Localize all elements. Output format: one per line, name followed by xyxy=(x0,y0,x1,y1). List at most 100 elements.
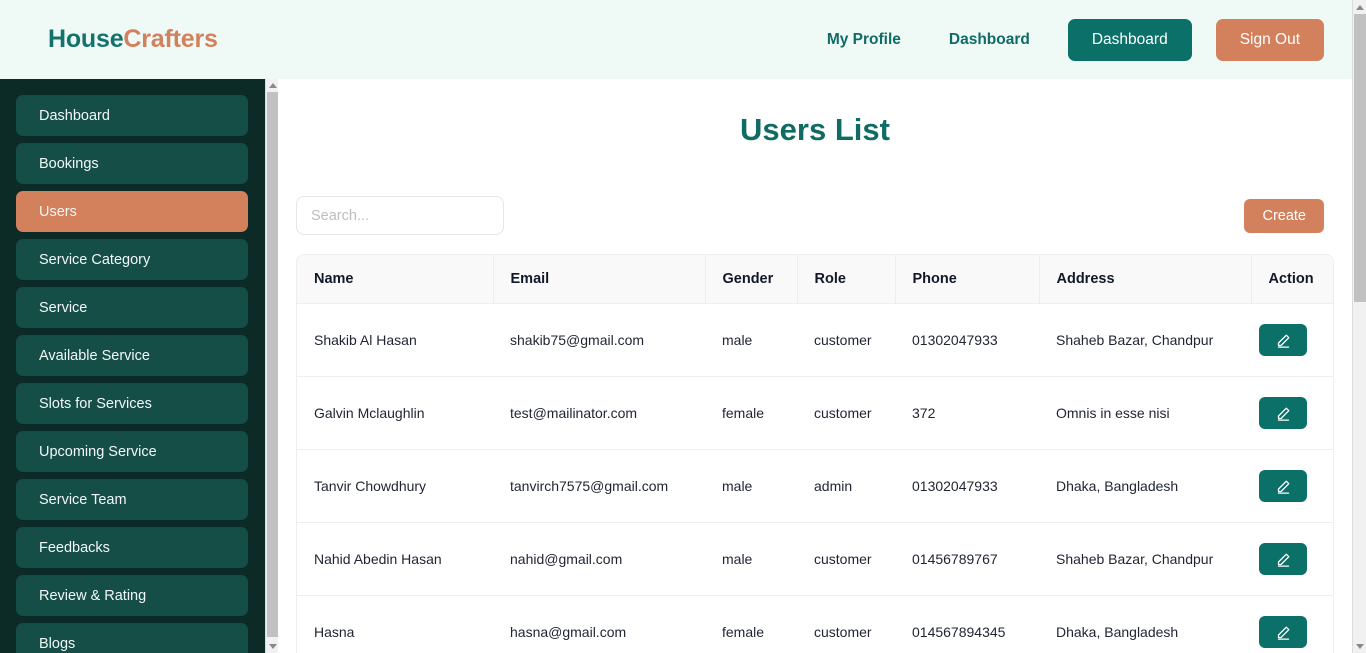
column-header-gender: Gender xyxy=(705,255,798,304)
edit-pencil-icon xyxy=(1276,552,1291,567)
sidebar-item-label: Feedbacks xyxy=(39,539,110,556)
cell-action xyxy=(1251,449,1333,523)
cell-phone: 01302047933 xyxy=(895,303,1039,377)
cell-role: customer xyxy=(797,303,895,377)
cell-role: admin xyxy=(797,449,895,523)
cell-action xyxy=(1251,376,1333,450)
column-header-role: Role xyxy=(797,255,896,304)
cell-gender: male xyxy=(705,522,797,596)
table-row: Nahid Abedin Hasan nahid@gmail.com male cus… xyxy=(297,522,1333,596)
cell-email: shakib75@gmail.com xyxy=(493,303,705,377)
sidebar-item-label: Slots for Services xyxy=(39,395,152,412)
sidebar-item-bookings[interactable]: Bookings xyxy=(16,143,248,184)
column-header-email: Email xyxy=(493,255,706,304)
edit-row-button[interactable] xyxy=(1259,470,1307,502)
edit-row-button[interactable] xyxy=(1259,324,1307,356)
cell-gender: female xyxy=(705,595,797,653)
table-row: Hasna hasna@gmail.com female customer 014567… xyxy=(297,595,1333,653)
sidebar-item-slots-for-services[interactable]: Slots for Services xyxy=(16,383,248,424)
brand-logo-part-crafters: Crafters xyxy=(123,25,218,53)
brand-logo-part-house: House xyxy=(48,25,124,53)
brand-logo[interactable]: HouseCrafters xyxy=(48,25,218,54)
sidebar-item-feedbacks[interactable]: Feedbacks xyxy=(16,527,248,568)
edit-row-button[interactable] xyxy=(1259,397,1307,429)
sidebar-item-label: Bookings xyxy=(39,155,99,172)
sidebar-scrollbar-thumb[interactable] xyxy=(267,92,278,637)
cell-address: Dhaka, Bangladesh xyxy=(1039,595,1251,653)
column-header-name: Name xyxy=(297,255,494,304)
create-button[interactable]: Create xyxy=(1244,198,1324,233)
table-row: Shakib Al Hasan shakib75@gmail.com male cus… xyxy=(297,303,1333,377)
edit-pencil-icon xyxy=(1276,333,1291,348)
sidebar-item-service-team[interactable]: Service Team xyxy=(16,479,248,520)
sidebar-item-upcoming-service[interactable]: Upcoming Service xyxy=(16,431,248,472)
sidebar-item-service[interactable]: Service xyxy=(16,287,248,328)
sidebar-item-users[interactable]: Users xyxy=(16,191,248,232)
page-scroll-up-icon[interactable] xyxy=(1353,0,1366,14)
cell-gender: male xyxy=(705,303,797,377)
cell-action xyxy=(1251,522,1333,596)
dashboard-button[interactable]: Dashboard xyxy=(1067,18,1192,61)
cell-action xyxy=(1251,303,1333,377)
top-navbar: HouseCrafters My Profile Dashboard Dashb… xyxy=(0,0,1352,79)
page-scrollbar[interactable] xyxy=(1352,0,1366,653)
cell-address: Dhaka, Bangladesh xyxy=(1039,449,1251,523)
sidebar-item-list: Dashboard Bookings Users Service Category Se… xyxy=(0,79,265,653)
nav-link-dashboard[interactable]: Dashboard xyxy=(925,31,1054,49)
cell-name: Galvin Mclaughlin xyxy=(297,376,493,450)
main-content: Users List Create NameEmailGenderRolePho… xyxy=(278,79,1352,653)
cell-role: customer xyxy=(797,595,895,653)
sidebar-item-label: Service Team xyxy=(39,491,127,508)
sidebar-item-review-rating[interactable]: Review & Rating xyxy=(16,575,248,616)
sidebar-item-available-service[interactable]: Available Service xyxy=(16,335,248,376)
sidebar-item-label: Service xyxy=(39,299,88,316)
sidebar-item-label: Service Category xyxy=(39,251,151,268)
cell-phone: 372 xyxy=(895,376,1039,450)
sign-out-button[interactable]: Sign Out xyxy=(1215,18,1324,61)
search-input[interactable] xyxy=(296,196,504,235)
sidebar-item-blogs[interactable]: Blogs xyxy=(16,623,248,653)
table-row: Galvin Mclaughlin test@mailinator.com fema… xyxy=(297,376,1333,450)
cell-email: tanvirch7575@gmail.com xyxy=(493,449,705,523)
sidebar-item-service-category[interactable]: Service Category xyxy=(16,239,248,280)
sidebar-item-label: Available Service xyxy=(39,347,150,364)
cell-email: test@mailinator.com xyxy=(493,376,705,450)
cell-phone: 01302047933 xyxy=(895,449,1039,523)
cell-role: customer xyxy=(797,522,895,596)
page-scrollbar-thumb[interactable] xyxy=(1354,14,1366,302)
users-table-head: Name Email Gender Role Phone Address Action xyxy=(297,255,1333,304)
cell-name: Tanvir Chowdhury xyxy=(297,449,493,523)
cell-email: hasna@gmail.com xyxy=(493,595,705,653)
nav-link-my-profile[interactable]: My Profile xyxy=(803,31,925,49)
cell-address: Shaheb Bazar, Chandpur xyxy=(1039,303,1251,377)
navbar-actions: My Profile Dashboard Dashboard Sign Out xyxy=(803,18,1324,61)
edit-pencil-icon xyxy=(1276,479,1291,494)
page-scroll-down-icon[interactable] xyxy=(1353,639,1366,653)
sidebar-item-label: Blogs xyxy=(39,635,76,652)
users-table-body: Shakib Al Hasan shakib75@gmail.com male cus… xyxy=(297,303,1333,653)
edit-pencil-icon xyxy=(1276,625,1291,640)
cell-address: Shaheb Bazar, Chandpur xyxy=(1039,522,1251,596)
cell-name: Nahid Abedin Hasan xyxy=(297,522,493,596)
sidebar-item-label: Upcoming Service xyxy=(39,443,157,460)
users-table-card: Name Email Gender Role Phone Address Action Sh… xyxy=(296,254,1334,653)
sidebar-item-label: Dashboard xyxy=(39,107,110,124)
edit-row-button[interactable] xyxy=(1259,616,1307,648)
edit-row-button[interactable] xyxy=(1259,543,1307,575)
cell-address: Omnis in esse nisi xyxy=(1039,376,1251,450)
sidebar-item-label: Users xyxy=(39,203,77,220)
page-title: Users List xyxy=(740,112,890,147)
cell-phone: 014567894345 xyxy=(895,595,1039,653)
sidebar-scrollbar[interactable] xyxy=(265,79,279,653)
users-table: Name Email Gender Role Phone Address Action Sh… xyxy=(297,255,1333,653)
cell-gender: female xyxy=(705,376,797,450)
edit-pencil-icon xyxy=(1276,406,1291,421)
cell-gender: male xyxy=(705,449,797,523)
cell-action xyxy=(1251,595,1333,653)
sidebar-item-dashboard[interactable]: Dashboard xyxy=(16,95,248,136)
table-toolbar: Create xyxy=(296,196,1324,235)
sidebar-item-label: Review & Rating xyxy=(39,587,147,604)
cell-name: Hasna xyxy=(297,595,493,653)
table-row: Tanvir Chowdhury tanvirch7575@gmail.com ma… xyxy=(297,449,1333,523)
table-header-row: Name Email Gender Role Phone Address Action xyxy=(297,255,1333,304)
